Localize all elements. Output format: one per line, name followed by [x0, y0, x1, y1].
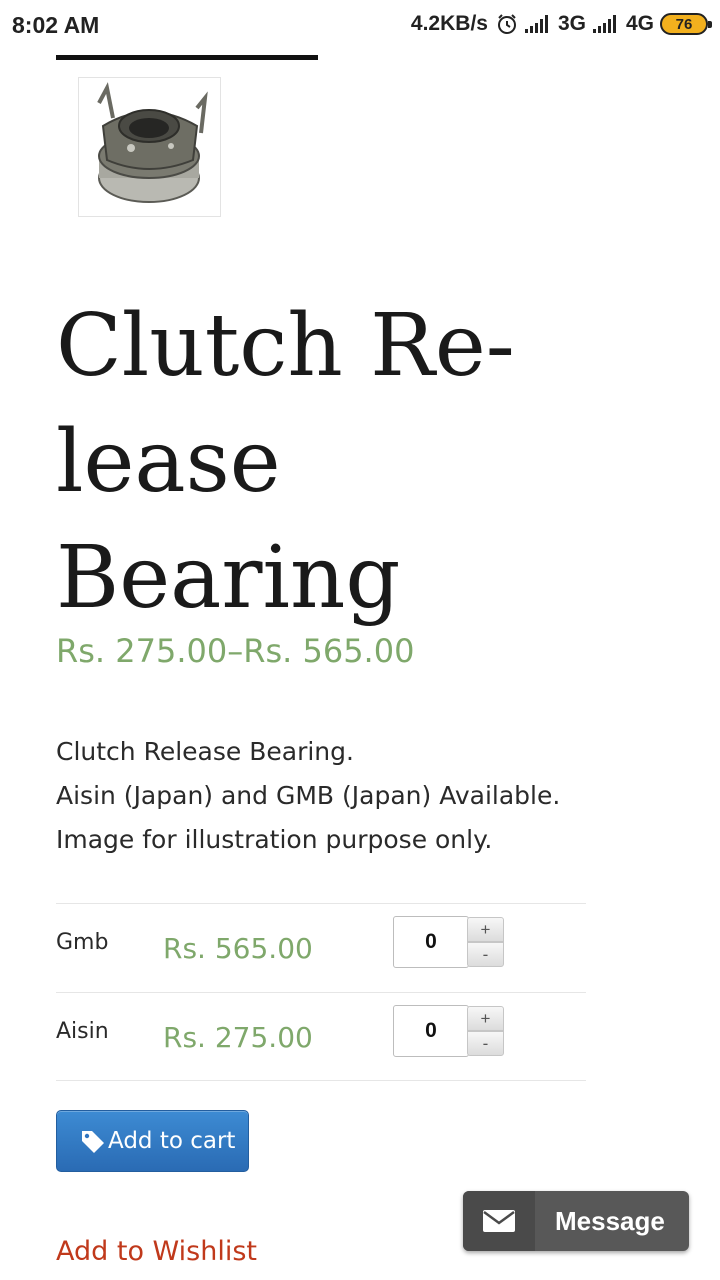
- message-icon-container: [463, 1191, 535, 1251]
- quantity-decrement-button[interactable]: -: [467, 1031, 504, 1056]
- top-divider: [56, 55, 318, 60]
- network-type-1: 3G: [557, 12, 586, 35]
- battery-icon: 76: [660, 13, 712, 35]
- battery-level: 76: [675, 15, 693, 33]
- add-to-cart-label: Add to cart: [108, 1128, 236, 1154]
- variation-row-aisin: Aisin Rs. 275.00 0 + -: [56, 992, 586, 1081]
- network-type-2: 4G: [625, 12, 654, 35]
- status-icons: 4.2KB/s 3G 4G 76: [410, 12, 712, 36]
- variation-price: Rs. 275.00: [163, 1021, 313, 1054]
- clutch-bearing-image: [79, 78, 220, 216]
- price-range: Rs. 275.00–Rs. 565.00: [56, 632, 415, 670]
- product-thumbnail[interactable]: [78, 77, 221, 217]
- quantity-input[interactable]: 0: [393, 1005, 469, 1057]
- message-widget-button[interactable]: Message: [463, 1191, 689, 1251]
- variation-price: Rs. 565.00: [163, 932, 313, 965]
- description-line: Image for illustration purpose only.: [56, 825, 493, 854]
- product-description: Clutch Release Bearing. Aisin (Japan) an…: [56, 730, 676, 862]
- alarm-icon: [497, 14, 516, 34]
- variation-name: Gmb: [56, 930, 109, 955]
- status-bar: 8:02 AM 4.2KB/s 3G 4G 76: [0, 0, 720, 52]
- quantity-stepper: 0 + -: [393, 1005, 505, 1057]
- variation-name: Aisin: [56, 1019, 109, 1044]
- add-to-cart-button[interactable]: Add to cart: [56, 1110, 249, 1172]
- quantity-decrement-button[interactable]: -: [467, 942, 504, 967]
- status-time: 8:02 AM: [12, 12, 100, 38]
- quantity-increment-button[interactable]: +: [467, 1006, 504, 1031]
- description-line: Clutch Release Bearing.: [56, 737, 354, 766]
- signal-icon-2: [592, 15, 616, 33]
- network-speed: 4.2KB/s: [410, 12, 488, 35]
- envelope-icon: [483, 1210, 515, 1232]
- variation-row-gmb: Gmb Rs. 565.00 0 + -: [56, 903, 586, 992]
- tag-icon: [82, 1131, 104, 1153]
- quantity-input[interactable]: 0: [393, 916, 469, 968]
- add-to-wishlist-link[interactable]: Add to Wishlist: [56, 1236, 257, 1267]
- quantity-increment-button[interactable]: +: [467, 917, 504, 942]
- variations-table: Gmb Rs. 565.00 0 + - Aisin Rs. 275.00 0 …: [56, 903, 586, 1081]
- message-label: Message: [555, 1205, 665, 1236]
- description-line: Aisin (Japan) and GMB (Japan) Available.: [56, 781, 561, 810]
- quantity-stepper: 0 + -: [393, 916, 505, 968]
- signal-icon: [524, 15, 548, 33]
- product-title: Clutch Re-lease Bearing: [56, 296, 515, 628]
